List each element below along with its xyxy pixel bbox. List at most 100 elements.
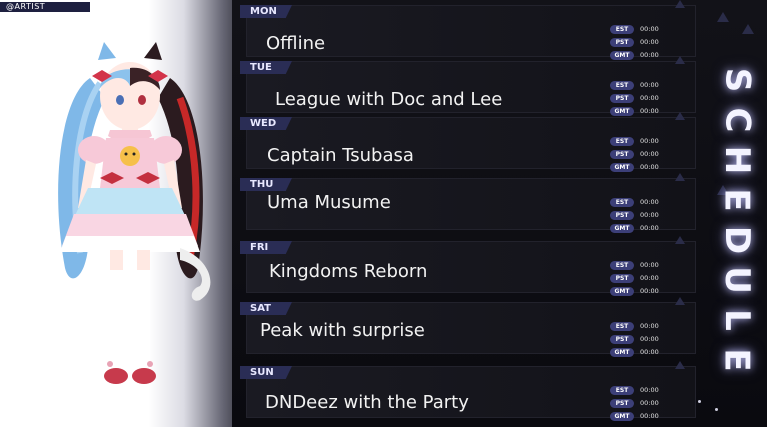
timezone-badge: PST <box>610 273 634 283</box>
time-entry: EST 00:00 <box>610 23 690 35</box>
title-letter: E <box>716 348 757 372</box>
day-label: SUN <box>240 366 292 379</box>
title-letter: C <box>716 107 757 133</box>
timezone-badge: EST <box>610 80 634 90</box>
event-title: Uma Musume <box>267 192 391 213</box>
time-entry: GMT 00:00 <box>610 346 690 358</box>
timezone-badge: GMT <box>610 286 634 296</box>
schedule-row-fri: FRI Kingdoms Reborn EST 00:00 PST 00:00 GM… <box>240 236 696 298</box>
schedule-row-sun: SUN DNDeez with the Party EST 00:00 PST 00… <box>240 361 696 423</box>
time-entry: GMT 00:00 <box>610 285 690 297</box>
timezone-badge: GMT <box>610 50 634 60</box>
timezone-badge: PST <box>610 398 634 408</box>
time-list: EST 00:00 PST 00:00 GMT 00:00 <box>610 384 690 423</box>
timezone-badge: GMT <box>610 347 634 357</box>
title-letter: L <box>716 309 757 331</box>
timezone-badge: PST <box>610 93 634 103</box>
day-label: THU <box>240 178 292 191</box>
title-letter: S <box>717 67 757 93</box>
timezone-badge: EST <box>610 260 634 270</box>
time-value: 00:00 <box>640 261 659 269</box>
event-title: League with Doc and Lee <box>275 89 503 110</box>
time-value: 00:00 <box>640 38 659 46</box>
time-entry: EST 00:00 <box>610 79 690 91</box>
timezone-badge: GMT <box>610 106 634 116</box>
timezone-badge: EST <box>610 321 634 331</box>
time-list: EST 00:00 PST 00:00 GMT 00:00 <box>610 135 690 174</box>
time-entry: PST 00:00 <box>610 397 690 409</box>
event-title: Kingdoms Reborn <box>269 261 428 282</box>
timezone-badge: EST <box>610 197 634 207</box>
time-entry: PST 00:00 <box>610 209 690 221</box>
day-label: MON <box>240 5 292 18</box>
time-value: 00:00 <box>640 150 659 158</box>
time-value: 00:00 <box>640 322 659 330</box>
schedule-list: MON Offline EST 00:00 PST 00:00 GMT 00:00 T… <box>240 0 696 427</box>
time-list: EST 00:00 PST 00:00 GMT 00:00 <box>610 320 690 359</box>
title-letter: E <box>716 188 757 212</box>
time-entry: EST 00:00 <box>610 384 690 396</box>
time-value: 00:00 <box>640 224 659 232</box>
triangle-decoration <box>717 12 729 22</box>
triangle-decoration <box>742 24 754 34</box>
timezone-badge: GMT <box>610 162 634 172</box>
time-value: 00:00 <box>640 163 659 171</box>
day-label: TUE <box>240 61 292 74</box>
artist-credit: @ARTIST <box>0 2 90 12</box>
time-value: 00:00 <box>640 287 659 295</box>
character-illustration <box>58 42 211 384</box>
timezone-badge: EST <box>610 385 634 395</box>
schedule-row-sat: SAT Peak with surprise EST 00:00 PST 00:00… <box>240 297 696 359</box>
time-entry: PST 00:00 <box>610 92 690 104</box>
time-entry: PST 00:00 <box>610 36 690 48</box>
time-value: 00:00 <box>640 399 659 407</box>
timezone-badge: PST <box>610 37 634 47</box>
title-letter: H <box>717 145 757 175</box>
timezone-badge: PST <box>610 149 634 159</box>
time-entry: EST 00:00 <box>610 135 690 147</box>
time-entry: EST 00:00 <box>610 259 690 271</box>
timezone-badge: PST <box>610 210 634 220</box>
time-entry: GMT 00:00 <box>610 161 690 173</box>
time-entry: PST 00:00 <box>610 272 690 284</box>
time-value: 00:00 <box>640 348 659 356</box>
time-value: 00:00 <box>640 107 659 115</box>
time-value: 00:00 <box>640 386 659 394</box>
time-value: 00:00 <box>640 81 659 89</box>
title-letter: U <box>716 266 757 294</box>
event-title: Offline <box>266 33 326 54</box>
day-label: SAT <box>240 302 292 315</box>
time-value: 00:00 <box>640 137 659 145</box>
time-entry: EST 00:00 <box>610 320 690 332</box>
time-value: 00:00 <box>640 25 659 33</box>
schedule-row-mon: MON Offline EST 00:00 PST 00:00 GMT 00:00 <box>240 0 696 61</box>
time-entry: PST 00:00 <box>610 333 690 345</box>
time-entry: GMT 00:00 <box>610 410 690 422</box>
timezone-badge: GMT <box>610 223 634 233</box>
time-value: 00:00 <box>640 51 659 59</box>
time-entry: GMT 00:00 <box>610 222 690 234</box>
time-list: EST 00:00 PST 00:00 GMT 00:00 <box>610 259 690 298</box>
timezone-badge: EST <box>610 24 634 34</box>
timezone-badge: PST <box>610 334 634 344</box>
time-value: 00:00 <box>640 274 659 282</box>
time-value: 00:00 <box>640 198 659 206</box>
schedule-row-thu: THU Uma Musume EST 00:00 PST 00:00 GMT 00:0… <box>240 173 696 235</box>
event-title: DNDeez with the Party <box>265 392 469 413</box>
schedule-title: S C H E D U L E <box>712 60 762 380</box>
time-value: 00:00 <box>640 335 659 343</box>
event-title: Captain Tsubasa <box>267 145 414 166</box>
day-label: WED <box>240 117 292 130</box>
schedule-graphic: @ARTIST MON Offline EST 00:00 PST 00:00 … <box>0 0 767 427</box>
schedule-row-tue: TUE League with Doc and Lee EST 00:00 PST… <box>240 56 696 117</box>
time-value: 00:00 <box>640 94 659 102</box>
time-value: 00:00 <box>640 211 659 219</box>
dot-decoration <box>698 400 701 403</box>
time-list: EST 00:00 PST 00:00 GMT 00:00 <box>610 196 690 235</box>
time-value: 00:00 <box>640 412 659 420</box>
event-title: Peak with surprise <box>260 320 425 341</box>
time-entry: EST 00:00 <box>610 196 690 208</box>
timezone-badge: EST <box>610 136 634 146</box>
timezone-badge: GMT <box>610 411 634 421</box>
dot-decoration <box>715 408 718 411</box>
